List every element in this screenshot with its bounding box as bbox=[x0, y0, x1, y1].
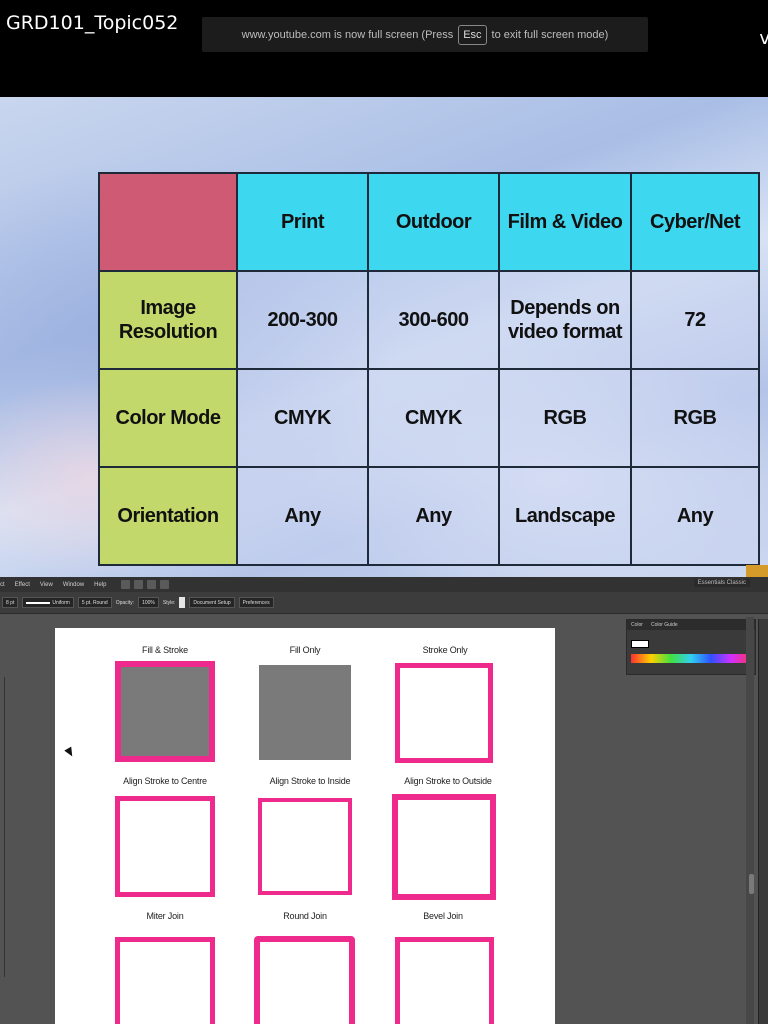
send-icon[interactable] bbox=[159, 580, 169, 589]
opacity-label: Opacity: bbox=[115, 599, 135, 606]
resolution-table: Print Outdoor Film & Video Cyber/Net Ima… bbox=[98, 172, 760, 566]
document-setup-button[interactable]: Document Setup bbox=[189, 597, 235, 608]
esc-key: Esc bbox=[458, 24, 487, 45]
table-cell: Landscape bbox=[498, 466, 632, 566]
square-stroke-only[interactable] bbox=[395, 663, 493, 763]
menu-item-effect[interactable]: Effect bbox=[15, 582, 30, 588]
fullscreen-notice-prefix: www.youtube.com is now full screen (Pres… bbox=[241, 28, 454, 41]
table-header-cell: Outdoor bbox=[367, 172, 500, 272]
square-bevel-join[interactable] bbox=[395, 937, 494, 1024]
table-header-cell: Film & Video bbox=[498, 172, 632, 272]
illustrator-window: ct Effect View Window Help Essentials Cl… bbox=[0, 577, 768, 1024]
table-cell: Depends on video format bbox=[498, 270, 632, 370]
table-cell: 200-300 bbox=[236, 270, 369, 370]
style-label: Style: bbox=[162, 599, 176, 606]
square-fill-stroke[interactable] bbox=[115, 661, 215, 762]
table-row-header: Image Resolution bbox=[98, 270, 238, 370]
menu-icon-group bbox=[120, 580, 169, 589]
artboard[interactable]: Fill & Stroke Fill Only Stroke Only Alig… bbox=[55, 628, 555, 1024]
control-bar: 8 pt Uniform 5 pt. Round Opacity: 100% S… bbox=[0, 592, 768, 614]
table-row-header: Color Mode bbox=[98, 368, 238, 468]
label-stroke-only: Stroke Only bbox=[422, 645, 468, 655]
stroke-weight-field[interactable]: 8 pt bbox=[2, 597, 19, 608]
bridge-icon[interactable] bbox=[120, 580, 130, 589]
vertical-scrollbar[interactable] bbox=[746, 617, 754, 1024]
fullscreen-topbar: GRD101_Topic052 www.youtube.com is now f… bbox=[0, 0, 768, 97]
tools-panel-edge bbox=[0, 677, 5, 977]
label-align-outside: Align Stroke to Outside bbox=[404, 776, 492, 786]
table-cell: CMYK bbox=[367, 368, 500, 468]
stock-icon[interactable] bbox=[133, 580, 143, 589]
square-round-join[interactable] bbox=[254, 936, 355, 1024]
menu-item-window[interactable]: Window bbox=[63, 582, 84, 588]
slide-corner-badge bbox=[746, 565, 768, 577]
fullscreen-notice-suffix: to exit full screen mode) bbox=[491, 28, 609, 41]
panel-tabs: Color Color Guide bbox=[627, 620, 755, 630]
label-bevel-join: Bevel Join bbox=[423, 911, 463, 921]
menu-bar: ct Effect View Window Help Essentials Cl… bbox=[0, 577, 768, 592]
tab-color[interactable]: Color bbox=[631, 622, 643, 628]
color-panel: Color Color Guide bbox=[626, 619, 756, 675]
stroke-profile-preview bbox=[26, 601, 51, 604]
table-row: Color Mode CMYK CMYK RGB RGB bbox=[98, 368, 760, 468]
opacity-field[interactable]: 100% bbox=[138, 597, 159, 608]
square-align-inside[interactable] bbox=[258, 798, 352, 895]
table-row: Orientation Any Any Landscape Any bbox=[98, 466, 760, 566]
label-align-centre: Align Stroke to Centre bbox=[123, 776, 207, 786]
table-row-header: Orientation bbox=[98, 466, 238, 566]
label-round-join: Round Join bbox=[283, 911, 327, 921]
table-cell: RGB bbox=[498, 368, 632, 468]
fill-stroke-swatch[interactable] bbox=[631, 640, 649, 648]
variable-width-profile[interactable]: Uniform bbox=[22, 597, 74, 608]
panel-dock-strip bbox=[758, 619, 768, 1024]
fullscreen-notice: www.youtube.com is now full screen (Pres… bbox=[202, 17, 648, 52]
scrollbar-thumb[interactable] bbox=[749, 874, 754, 894]
brush-definition[interactable]: 5 pt. Round bbox=[77, 597, 112, 608]
table-row: Image Resolution 200-300 300-600 Depends… bbox=[98, 270, 760, 370]
table-header-cell: Cyber/Net bbox=[630, 172, 760, 272]
table-cell: Any bbox=[236, 466, 369, 566]
square-align-outside[interactable] bbox=[392, 794, 496, 900]
table-corner-cell bbox=[98, 172, 238, 272]
color-spectrum-bar[interactable] bbox=[631, 654, 751, 663]
workspace-switcher[interactable]: Essentials Classic bbox=[693, 579, 750, 587]
table-cell: RGB bbox=[630, 368, 760, 468]
tab-color-guide[interactable]: Color Guide bbox=[651, 622, 678, 628]
table-cell: Any bbox=[367, 466, 500, 566]
label-fill-only: Fill Only bbox=[289, 645, 321, 655]
menu-item-object[interactable]: ct bbox=[0, 582, 5, 588]
label-fill-stroke: Fill & Stroke bbox=[142, 645, 188, 655]
table-cell: CMYK bbox=[236, 368, 369, 468]
menu-item-help[interactable]: Help bbox=[94, 582, 106, 588]
table-cell: 72 bbox=[630, 270, 760, 370]
video-title: GRD101_Topic052 bbox=[6, 12, 179, 34]
label-align-inside: Align Stroke to Inside bbox=[269, 776, 351, 786]
square-miter-join[interactable] bbox=[115, 937, 215, 1024]
truncated-text: v bbox=[759, 28, 768, 49]
table-cell: Any bbox=[630, 466, 760, 566]
label-miter-join: Miter Join bbox=[146, 911, 184, 921]
menu-item-view[interactable]: View bbox=[40, 582, 53, 588]
table-header-row: Print Outdoor Film & Video Cyber/Net bbox=[98, 172, 760, 272]
preferences-button[interactable]: Preferences bbox=[238, 597, 274, 608]
square-align-centre[interactable] bbox=[115, 796, 215, 897]
square-fill-only[interactable] bbox=[259, 665, 351, 760]
presentation-slide: Print Outdoor Film & Video Cyber/Net Ima… bbox=[0, 97, 768, 577]
profile-label: Uniform bbox=[52, 599, 70, 606]
table-header-cell: Print bbox=[236, 172, 369, 272]
style-swatch[interactable] bbox=[179, 597, 186, 608]
arrange-documents-icon[interactable] bbox=[146, 580, 156, 589]
table-cell: 300-600 bbox=[367, 270, 500, 370]
